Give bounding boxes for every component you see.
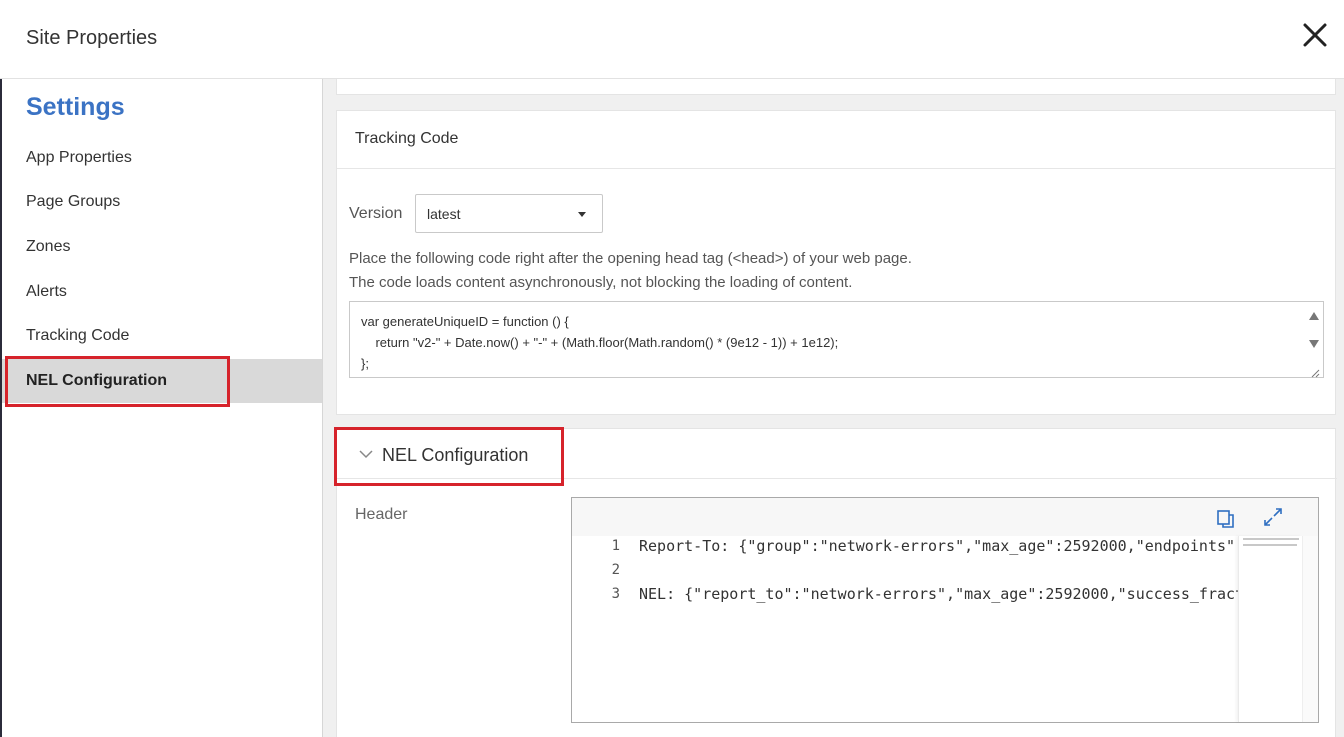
expand-icon[interactable]: [1262, 506, 1284, 528]
sidebar-item-alerts[interactable]: Alerts: [2, 270, 322, 314]
tracking-description-line-1: Place the following code right after the…: [349, 250, 912, 267]
caret-down-icon: [578, 212, 586, 217]
version-select[interactable]: latest: [415, 194, 603, 233]
code-line: return "v2-" + Date.now() + "-" + (Math.…: [361, 335, 839, 350]
line-number: 1: [611, 538, 620, 554]
content-pane: Tracking Code Version latest Place the f…: [323, 79, 1344, 737]
sidebar-heading: Settings: [26, 93, 125, 121]
nel-section-header[interactable]: NEL Configuration: [337, 429, 1337, 479]
code-line: };: [361, 356, 369, 371]
resize-grip-icon[interactable]: [1310, 365, 1320, 378]
chevron-down-icon[interactable]: [359, 446, 373, 459]
sidebar-item-tracking-code[interactable]: Tracking Code: [2, 314, 322, 358]
tracking-code-card: Tracking Code Version latest Place the f…: [336, 110, 1336, 415]
copy-icon[interactable]: [1215, 508, 1237, 530]
tracking-code-title: Tracking Code: [337, 111, 1335, 169]
dialog-titlebar: Site Properties: [0, 0, 1344, 79]
code-line: var generateUniqueID = function () {: [361, 314, 569, 329]
version-label: Version: [349, 205, 403, 222]
sidebar-item-zones[interactable]: Zones: [2, 225, 322, 269]
previous-section-card: [336, 79, 1336, 95]
line-number: 2: [611, 562, 620, 578]
editor-toolbar: [572, 498, 1318, 536]
sidebar-item-page-groups[interactable]: Page Groups: [2, 180, 322, 224]
scroll-down-arrow[interactable]: [1309, 340, 1319, 348]
sidebar-item-app-properties[interactable]: App Properties: [2, 136, 322, 180]
version-select-value: latest: [427, 206, 461, 222]
tracking-description-line-2: The code loads content asynchronously, n…: [349, 274, 853, 291]
dialog-title: Site Properties: [26, 27, 158, 49]
editor-minimap[interactable]: [1238, 536, 1302, 722]
editor-scrollbar[interactable]: [1302, 536, 1318, 722]
minimap-line: [1243, 544, 1297, 546]
line-number: 3: [611, 586, 620, 602]
tracking-code-textarea[interactable]: var generateUniqueID = function () { ret…: [349, 301, 1324, 378]
nel-header-code-editor[interactable]: 1 Report-To: {"group":"network-errors","…: [571, 497, 1319, 723]
editor-code-line: Report-To: {"group":"network-errors","ma…: [639, 537, 1239, 555]
nel-configuration-card: NEL Configuration Header 1 Report-To: {"…: [336, 428, 1337, 737]
header-label: Header: [355, 506, 408, 523]
nel-section-title[interactable]: NEL Configuration: [382, 445, 528, 466]
editor-code-line: NEL: {"report_to":"network-errors","max_…: [639, 585, 1239, 603]
settings-sidebar: Settings App Properties Page Groups Zone…: [2, 79, 323, 737]
sidebar-item-nel-configuration[interactable]: NEL Configuration: [2, 359, 322, 403]
scroll-up-arrow[interactable]: [1309, 312, 1319, 320]
minimap-line: [1243, 538, 1299, 540]
close-icon[interactable]: [1300, 20, 1330, 50]
